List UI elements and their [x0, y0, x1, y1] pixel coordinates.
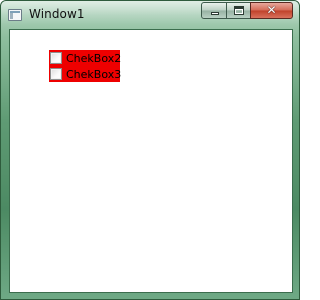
close-icon: ✕ — [266, 3, 277, 17]
checkbox-box[interactable] — [50, 68, 62, 80]
checkbox-box[interactable] — [50, 52, 62, 64]
checkbox-chekbox3[interactable]: ChekBox3 — [49, 66, 121, 82]
close-button[interactable]: ✕ — [250, 2, 293, 19]
maximize-button[interactable] — [226, 2, 251, 19]
checkbox-label[interactable]: ChekBox2 — [66, 52, 121, 65]
minimize-icon — [211, 12, 219, 15]
caption-buttons: ✕ — [201, 2, 293, 20]
window-app-icon[interactable] — [8, 9, 22, 21]
window-client-area: ChekBox2 ChekBox3 — [9, 29, 293, 293]
application-window: Window1 ✕ ChekBox2 ChekBox3 — [0, 0, 300, 300]
window-title: Window1 — [29, 7, 85, 21]
checkbox-chekbox2[interactable]: ChekBox2 — [49, 50, 121, 66]
title-bar[interactable]: Window1 ✕ — [1, 1, 299, 29]
checkbox-label[interactable]: ChekBox3 — [66, 68, 121, 81]
maximize-icon — [234, 6, 244, 15]
minimize-button[interactable] — [201, 2, 227, 19]
